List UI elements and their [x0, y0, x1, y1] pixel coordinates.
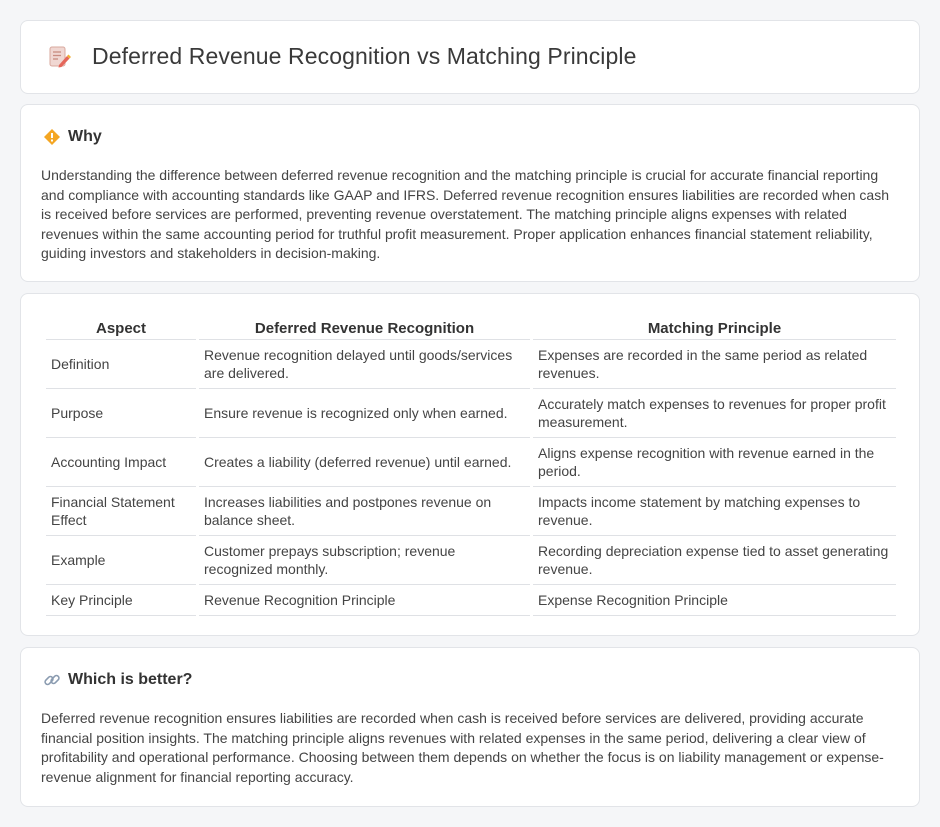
aspect-cell: Key Principle [46, 585, 196, 616]
why-text: Understanding the difference between def… [41, 167, 889, 262]
deferred-cell: Revenue recognition delayed until goods/… [199, 340, 530, 389]
why-section: Why Understanding the difference between… [20, 104, 920, 282]
header-matching: Matching Principle [533, 316, 896, 340]
deferred-cell: Customer prepays subscription; revenue r… [199, 536, 530, 585]
header-deferred: Deferred Revenue Recognition [199, 316, 530, 340]
deferred-cell: Increases liabilities and postpones reve… [199, 487, 530, 536]
matching-cell: Impacts income statement by matching exp… [533, 487, 896, 536]
header-card: Deferred Revenue Recognition vs Matching… [20, 20, 920, 94]
comparison-table: Aspect Deferred Revenue Recognition Matc… [43, 316, 899, 616]
deferred-cell: Revenue Recognition Principle [199, 585, 530, 616]
page-title: Deferred Revenue Recognition vs Matching… [92, 43, 637, 69]
matching-cell: Expense Recognition Principle [533, 585, 896, 616]
why-title: Why [68, 128, 102, 145]
better-heading: Which is better? [43, 671, 192, 689]
table-row: Definition Revenue recognition delayed u… [46, 340, 896, 389]
aspect-cell: Financial Statement Effect [46, 487, 196, 536]
table-row: Example Customer prepays subscription; r… [46, 536, 896, 585]
matching-cell: Recording depreciation expense tied to a… [533, 536, 896, 585]
matching-cell: Aligns expense recognition with revenue … [533, 438, 896, 487]
table-header-row: Aspect Deferred Revenue Recognition Matc… [46, 316, 896, 340]
aspect-cell: Purpose [46, 389, 196, 438]
aspect-cell: Definition [46, 340, 196, 389]
diamond-warning-icon [44, 129, 60, 145]
comparison-section: Aspect Deferred Revenue Recognition Matc… [20, 293, 920, 636]
matching-cell: Expenses are recorded in the same period… [533, 340, 896, 389]
aspect-cell: Accounting Impact [46, 438, 196, 487]
why-heading: Why [43, 128, 102, 146]
header-aspect: Aspect [46, 316, 196, 340]
table-row: Key Principle Revenue Recognition Princi… [46, 585, 896, 616]
table-row: Financial Statement Effect Increases lia… [46, 487, 896, 536]
table-row: Purpose Ensure revenue is recognized onl… [46, 389, 896, 438]
which-better-section: Which is better? Deferred revenue recogn… [20, 647, 920, 807]
matching-cell: Accurately match expenses to revenues fo… [533, 389, 896, 438]
document-pencil-icon [49, 46, 71, 67]
deferred-cell: Ensure revenue is recognized only when e… [199, 389, 530, 438]
aspect-cell: Example [46, 536, 196, 585]
better-title: Which is better? [68, 671, 193, 688]
better-text: Deferred revenue recognition ensures lia… [41, 710, 884, 785]
title-row: Deferred Revenue Recognition vs Matching… [46, 43, 637, 70]
deferred-cell: Creates a liability (deferred revenue) u… [199, 438, 530, 487]
table-row: Accounting Impact Creates a liability (d… [46, 438, 896, 487]
link-icon [44, 674, 60, 686]
